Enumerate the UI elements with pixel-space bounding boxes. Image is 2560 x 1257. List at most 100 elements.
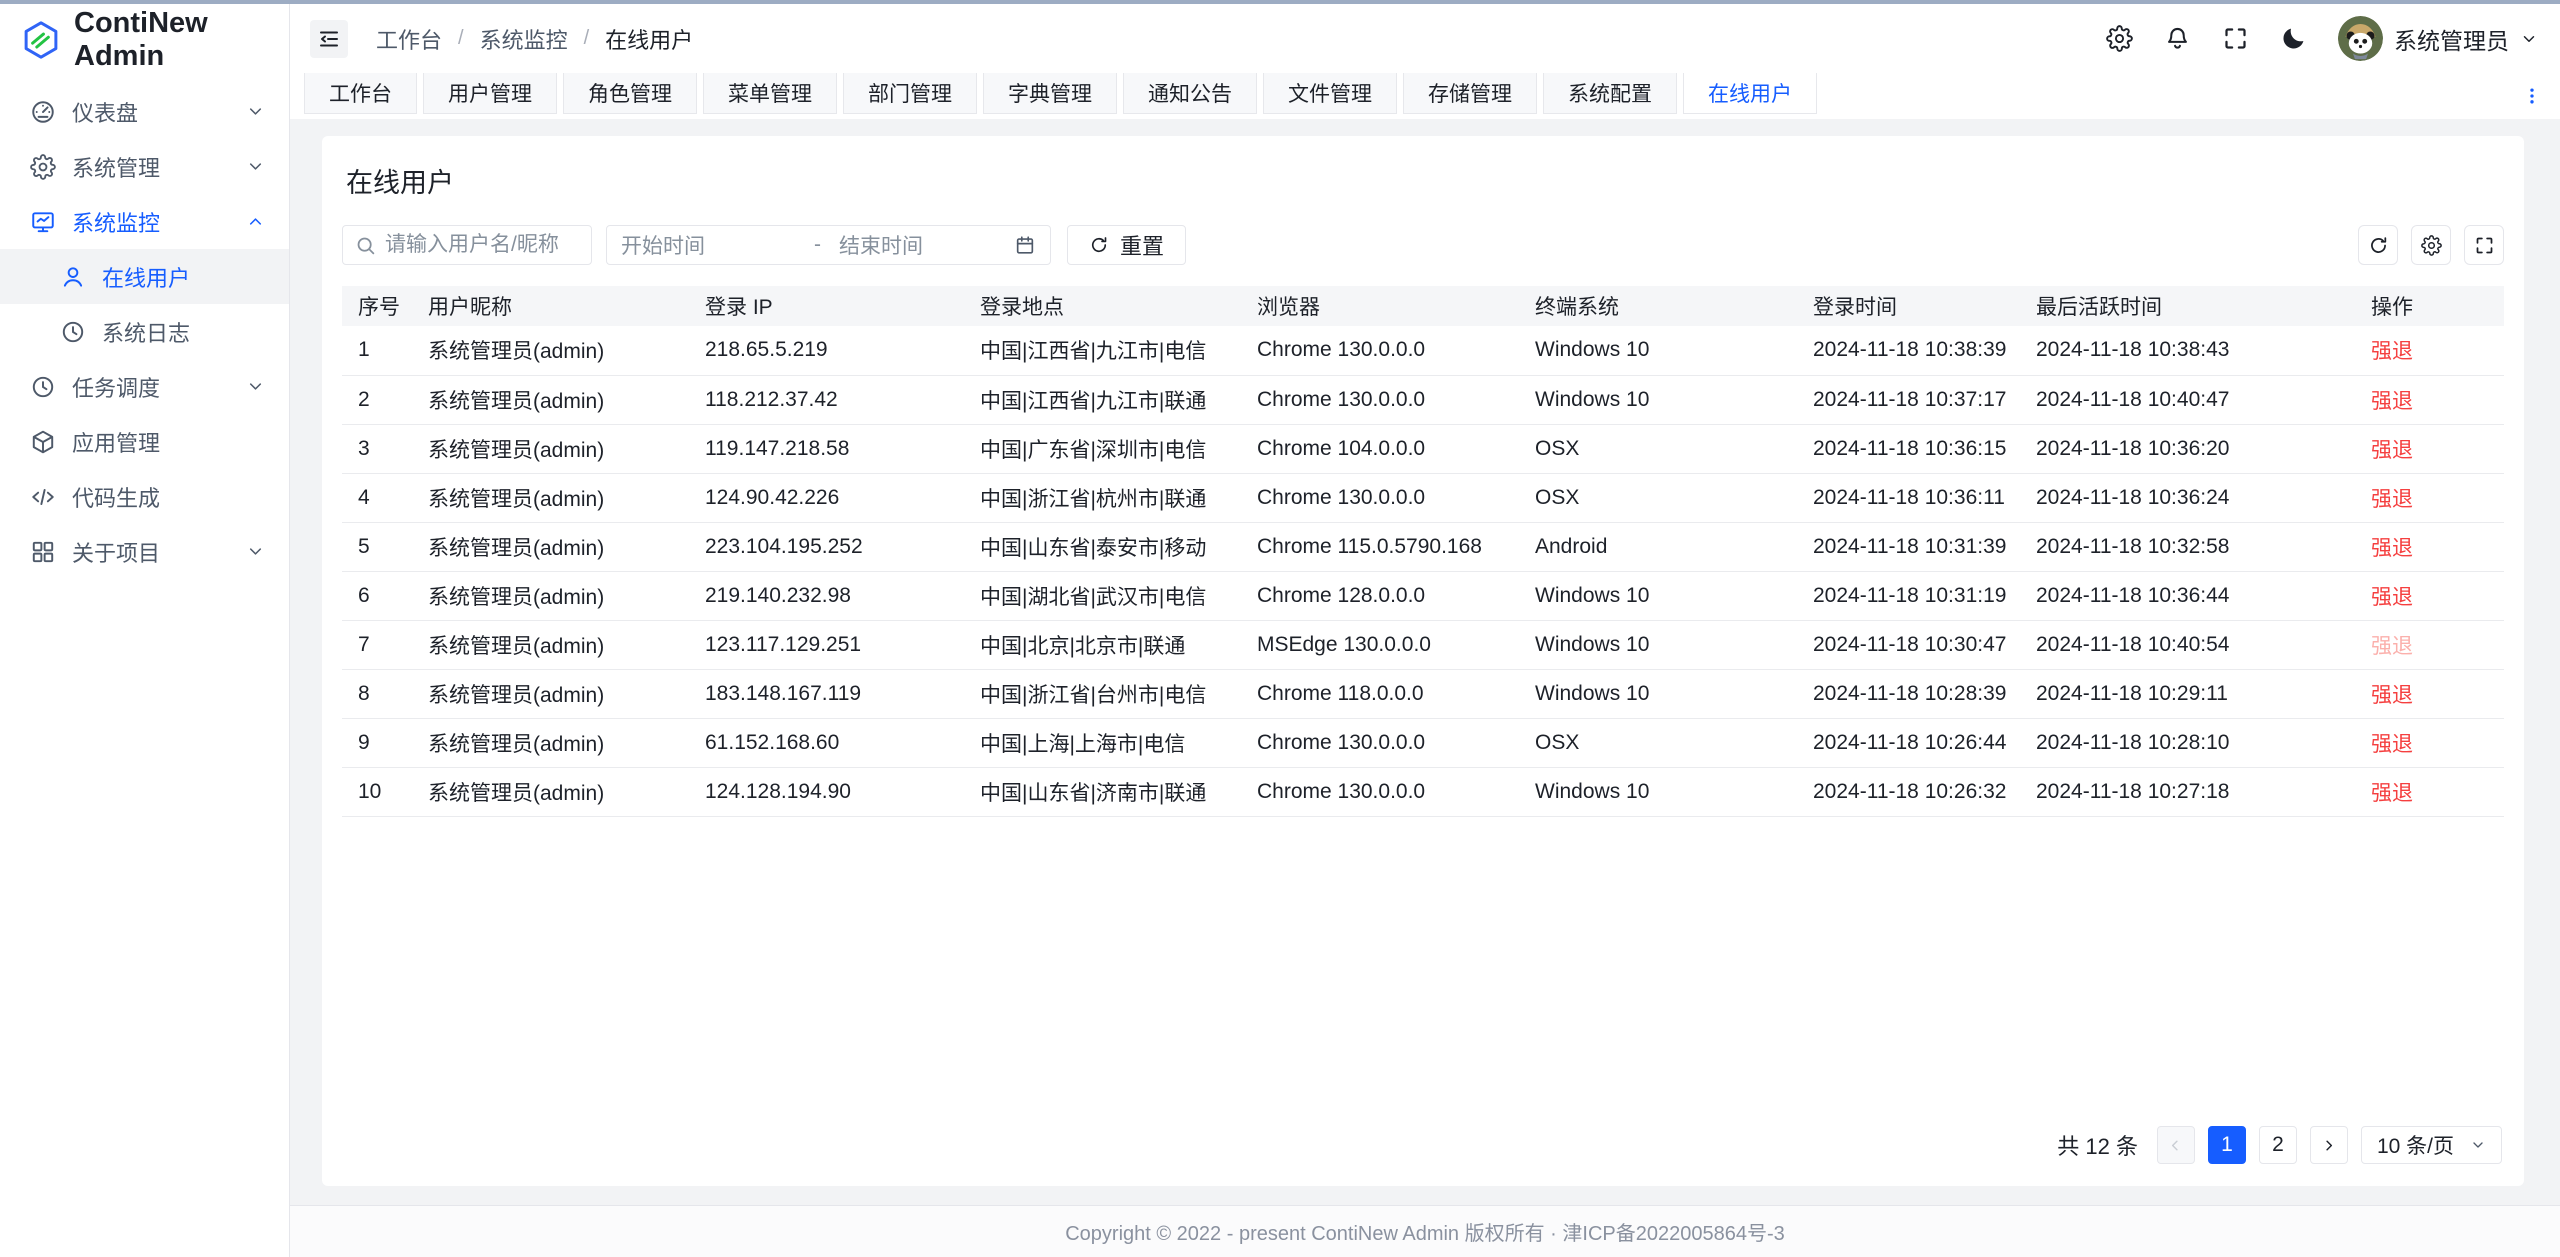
breadcrumb-item[interactable]: 工作台 — [376, 23, 442, 55]
tab[interactable]: 用户管理 — [423, 73, 557, 114]
fullscreen-icon[interactable] — [2222, 25, 2249, 52]
cell-login-time: 2024-11-18 10:37:17 — [1797, 375, 2020, 424]
cell-browser: MSEdge 130.0.0.0 — [1241, 620, 1519, 669]
fullscreen-icon — [2474, 235, 2495, 256]
next-page-button[interactable] — [2310, 1126, 2348, 1164]
force-logout-link[interactable]: 强退 — [2371, 439, 2413, 462]
history-icon — [60, 319, 86, 345]
tab[interactable]: 存储管理 — [1403, 73, 1537, 114]
tab[interactable]: 工作台 — [304, 73, 417, 114]
date-range-picker[interactable]: 开始时间 - 结束时间 — [606, 225, 1051, 265]
force-logout-link[interactable]: 强退 — [2371, 635, 2413, 658]
sidebar-item-system-management[interactable]: 系统管理 — [0, 139, 289, 194]
cell-browser: Chrome 104.0.0.0 — [1241, 424, 1519, 473]
online-users-table: 序号 用户昵称 登录 IP 登录地点 浏览器 终端 — [342, 286, 2504, 1126]
page-button-2[interactable]: 2 — [2259, 1126, 2297, 1164]
cell-index: 10 — [342, 767, 412, 816]
tab[interactable]: 部门管理 — [843, 73, 977, 114]
sidebar-item-app-management[interactable]: 应用管理 — [0, 414, 289, 469]
top-bar: 工作台 / 系统监控 / 在线用户 — [290, 4, 2560, 73]
cell-nickname: 系统管理员(admin) — [412, 522, 689, 571]
tab-bar: 工作台 用户管理 角色管理 菜单管理 部门管理 字典管理 通知公告 文件管理 存… — [290, 73, 2560, 119]
force-logout-link[interactable]: 强退 — [2371, 340, 2413, 363]
force-logout-link[interactable]: 强退 — [2371, 782, 2413, 805]
tab[interactable]: 角色管理 — [563, 73, 697, 114]
cell-ip: 183.148.167.119 — [689, 669, 964, 718]
cell-ip: 223.104.195.252 — [689, 522, 964, 571]
force-logout-link[interactable]: 强退 — [2371, 684, 2413, 707]
tab[interactable]: 在线用户 — [1683, 73, 1817, 114]
cell-location: 中国|上海|上海市|电信 — [964, 718, 1241, 767]
tab[interactable]: 字典管理 — [983, 73, 1117, 114]
column-header: 浏览器 — [1241, 286, 1519, 326]
sidebar-collapse-button[interactable] — [310, 20, 348, 58]
tab[interactable]: 通知公告 — [1123, 73, 1257, 114]
sidebar-item-system-logs[interactable]: 系统日志 — [0, 304, 289, 359]
settings-icon[interactable] — [2106, 25, 2133, 52]
reset-button[interactable]: 重置 — [1067, 225, 1186, 265]
breadcrumb-item[interactable]: 系统监控 — [480, 23, 568, 55]
cell-browser: Chrome 128.0.0.0 — [1241, 571, 1519, 620]
sidebar-item-online-users[interactable]: 在线用户 — [0, 249, 289, 304]
cell-index: 7 — [342, 620, 412, 669]
sidebar-menu: 仪表盘 系统管理 系统监控 在线用户 系统日志 — [0, 76, 289, 579]
cell-os: Windows 10 — [1519, 767, 1797, 816]
date-range-separator: - — [814, 233, 821, 257]
force-logout-link[interactable]: 强退 — [2371, 390, 2413, 413]
search-input[interactable] — [385, 233, 579, 257]
cell-os: OSX — [1519, 718, 1797, 767]
gear-icon — [2421, 235, 2442, 256]
tab-actions-menu-icon[interactable] — [2522, 85, 2542, 107]
sidebar-item-task-scheduler[interactable]: 任务调度 — [0, 359, 289, 414]
chevron-left-icon — [2167, 1137, 2184, 1154]
chevron-down-icon — [246, 102, 265, 121]
page-content: 在线用户 开始时间 - 结束时间 重置 — [290, 119, 2560, 1205]
table-row: 7 系统管理员(admin) 123.117.129.251 中国|北京|北京市… — [342, 620, 2504, 669]
dark-mode-moon-icon[interactable] — [2280, 25, 2307, 52]
cell-browser: Chrome 130.0.0.0 — [1241, 718, 1519, 767]
force-logout-link[interactable]: 强退 — [2371, 537, 2413, 560]
cell-location: 中国|湖北省|武汉市|电信 — [964, 571, 1241, 620]
breadcrumb: 工作台 / 系统监控 / 在线用户 — [376, 23, 693, 55]
copyright-text: Copyright © 2022 - present ContiNew Admi… — [1065, 1217, 1785, 1246]
breadcrumb-current: 在线用户 — [605, 23, 693, 55]
user-menu[interactable]: 系统管理员 — [2338, 16, 2538, 61]
cell-login-time: 2024-11-18 10:36:15 — [1797, 424, 2020, 473]
bell-icon[interactable] — [2164, 25, 2191, 52]
cell-nickname: 系统管理员(admin) — [412, 718, 689, 767]
filter-bar: 开始时间 - 结束时间 重置 — [342, 225, 2504, 265]
refresh-table-button[interactable] — [2358, 225, 2398, 265]
refresh-icon — [1089, 235, 1109, 255]
cell-index: 1 — [342, 326, 412, 375]
table-row: 6 系统管理员(admin) 219.140.232.98 中国|湖北省|武汉市… — [342, 571, 2504, 620]
start-date-field[interactable]: 开始时间 — [621, 230, 796, 260]
tab[interactable]: 系统配置 — [1543, 73, 1677, 114]
cell-ip: 219.140.232.98 — [689, 571, 964, 620]
sidebar-item-about-project[interactable]: 关于项目 — [0, 524, 289, 579]
cell-os: OSX — [1519, 424, 1797, 473]
end-date-field[interactable]: 结束时间 — [839, 230, 1014, 260]
page-size-select[interactable]: 10 条/页 — [2361, 1126, 2502, 1164]
logo-hexagon-icon — [20, 19, 62, 61]
tab[interactable]: 文件管理 — [1263, 73, 1397, 114]
sidebar-item-dashboard[interactable]: 仪表盘 — [0, 84, 289, 139]
sidebar-item-system-monitor[interactable]: 系统监控 — [0, 194, 289, 249]
cell-last-active-time: 2024-11-18 10:40:47 — [2020, 375, 2355, 424]
column-header: 最后活跃时间 — [2020, 286, 2355, 326]
force-logout-link[interactable]: 强退 — [2371, 733, 2413, 756]
pagination-total: 共 12 条 — [2057, 1129, 2138, 1161]
app-logo[interactable]: ContiNew Admin — [0, 4, 289, 76]
prev-page-button[interactable] — [2157, 1126, 2195, 1164]
page-button-1[interactable]: 1 — [2208, 1126, 2246, 1164]
column-settings-button[interactable] — [2411, 225, 2451, 265]
cell-nickname: 系统管理员(admin) — [412, 669, 689, 718]
table-toolbar — [2358, 225, 2504, 265]
cell-last-active-time: 2024-11-18 10:27:18 — [2020, 767, 2355, 816]
cell-ip: 61.152.168.60 — [689, 718, 964, 767]
tab[interactable]: 菜单管理 — [703, 73, 837, 114]
table-fullscreen-button[interactable] — [2464, 225, 2504, 265]
force-logout-link[interactable]: 强退 — [2371, 586, 2413, 609]
force-logout-link[interactable]: 强退 — [2371, 488, 2413, 511]
sidebar-item-code-generation[interactable]: 代码生成 — [0, 469, 289, 524]
column-header: 序号 — [342, 286, 412, 326]
